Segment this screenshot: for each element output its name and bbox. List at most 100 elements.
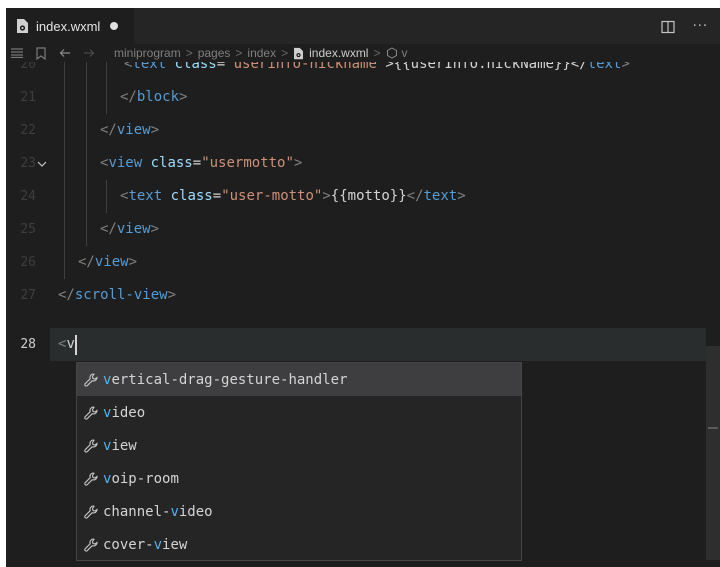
code-text: <text class= userinfo-nickname >{{userIn… xyxy=(124,62,630,72)
indent-guide xyxy=(64,246,65,279)
code-text: </view> xyxy=(78,254,138,270)
breadcrumb-miniprogram[interactable]: miniprogram xyxy=(114,46,181,60)
wrench-icon xyxy=(83,372,99,388)
code-text: </view> xyxy=(100,122,160,138)
suggestion-match: v xyxy=(103,437,112,454)
forward-arrow-icon[interactable] xyxy=(80,46,98,60)
line-number: 23 xyxy=(20,156,36,171)
suggestion-match: v xyxy=(153,536,163,553)
suggestion-item[interactable]: channel-v ideo xyxy=(77,495,521,528)
element-symbol-icon xyxy=(386,47,398,59)
code-line: 25 </view> xyxy=(6,213,720,246)
indent-guide xyxy=(64,147,65,180)
indent-guide xyxy=(64,114,65,147)
indent-guide xyxy=(106,81,107,114)
scrollbar-cursor-marker xyxy=(708,427,718,429)
suggestion-item-selected[interactable]: v ertical-drag-gesture-handler xyxy=(77,363,521,396)
vertical-scrollbar[interactable] xyxy=(706,62,720,567)
code-text: <view class="usermotto"> xyxy=(100,155,303,171)
breadcrumb-separator: > xyxy=(185,46,193,60)
unsaved-dot-icon[interactable] xyxy=(110,22,119,30)
indent-guide xyxy=(86,81,87,114)
tab-label: index.wxml xyxy=(36,18,101,34)
code-text: </view> xyxy=(100,221,160,237)
line-number: 21 xyxy=(20,90,36,105)
line-number: 27 xyxy=(20,288,36,303)
suggestion-post: oip-room xyxy=(111,470,179,487)
more-actions-icon[interactable]: ··· xyxy=(693,19,708,34)
wxml-file-icon xyxy=(16,18,29,34)
indent-guide xyxy=(106,180,107,213)
indent-guide xyxy=(86,114,87,147)
wrench-icon xyxy=(83,504,99,520)
tab-bar: index.wxml ··· xyxy=(6,8,720,44)
wrench-icon xyxy=(83,438,99,454)
line-number: 25 xyxy=(20,222,36,237)
tab-index-wxml[interactable]: index.wxml xyxy=(6,8,134,44)
suggestion-match: v xyxy=(103,371,112,388)
indent-guide xyxy=(86,180,87,213)
split-editor-icon[interactable] xyxy=(660,19,675,34)
breadcrumb-file[interactable]: index.wxml xyxy=(309,46,368,60)
line-number: 28 xyxy=(20,337,36,352)
wrench-icon xyxy=(83,471,99,487)
vscode-window: index.wxml ··· miniprogram > pages > ind… xyxy=(6,8,720,567)
breadcrumb-pages[interactable]: pages xyxy=(198,46,231,60)
scrollbar-thumb[interactable] xyxy=(706,346,720,560)
code-text: <text class="user-motto">{{motto}}</text… xyxy=(120,188,466,204)
autocomplete-suggestions: v ertical-drag-gesture-handler v ideo v iew… xyxy=(76,362,522,561)
suggestion-match: v xyxy=(170,503,179,520)
indent-guide xyxy=(86,62,87,81)
indent-guide xyxy=(86,213,87,246)
indent-guide xyxy=(64,62,65,81)
code-line: 20 <text class= userinfo-nickname >{{use… xyxy=(6,62,720,81)
editor-actions: ··· xyxy=(660,8,708,44)
fold-chevron-down-icon[interactable] xyxy=(37,147,47,180)
indent-guide xyxy=(106,62,107,81)
code-line: 21 </block> xyxy=(6,81,720,114)
suggestion-post: ideo xyxy=(178,503,213,520)
text-cursor xyxy=(75,335,77,355)
suggestion-post: iew xyxy=(111,437,137,454)
suggestion-pre: channel- xyxy=(103,503,171,520)
indent-guide xyxy=(64,180,65,213)
current-line-highlight xyxy=(50,328,720,361)
breadcrumb-index[interactable]: index xyxy=(247,46,276,60)
bookmark-icon[interactable] xyxy=(32,46,50,60)
suggestion-match: v xyxy=(103,470,112,487)
suggestion-post: ideo xyxy=(111,404,146,421)
line-number: 20 xyxy=(20,62,36,72)
code-text: </scroll-view> xyxy=(58,287,177,303)
suggestion-item[interactable]: v iew xyxy=(77,429,521,462)
breadcrumb-separator: > xyxy=(281,46,289,60)
code-line: 23 <view class="usermotto"> xyxy=(6,147,720,180)
breadcrumb-separator: > xyxy=(235,46,243,60)
indent-guide xyxy=(64,81,65,114)
code-line-active[interactable]: 28 <v xyxy=(6,328,720,361)
breadcrumb-symbol[interactable]: v xyxy=(402,46,408,60)
line-number: 26 xyxy=(20,255,36,270)
breadcrumb: miniprogram > pages > index > index.wxml… xyxy=(6,44,720,62)
line-number: 24 xyxy=(20,189,36,204)
line-number: 22 xyxy=(20,123,36,138)
suggestion-pre: cover- xyxy=(103,536,154,553)
wrench-icon xyxy=(83,537,99,553)
indent-guide xyxy=(86,147,87,180)
suggestion-match: v xyxy=(103,404,112,421)
list-icon[interactable] xyxy=(8,46,26,60)
code-line: 26 </view> xyxy=(6,246,720,279)
back-arrow-icon[interactable] xyxy=(56,46,74,60)
code-line: 27 </scroll-view> xyxy=(6,279,720,312)
suggestion-post: ertical-drag-gesture-handler xyxy=(111,371,348,388)
wrench-icon xyxy=(83,405,99,421)
code-text: </block> xyxy=(120,89,188,105)
suggestion-item[interactable]: cover-v iew xyxy=(77,528,521,561)
suggestion-item[interactable]: v ideo xyxy=(77,396,521,429)
suggestion-item[interactable]: v oip-room xyxy=(77,462,521,495)
wxml-file-icon xyxy=(293,47,304,60)
suggestion-post: iew xyxy=(162,536,188,553)
code-text: <v xyxy=(58,336,75,352)
code-line: 24 <text class="user-motto">{{motto}}</t… xyxy=(6,180,720,213)
indent-guide xyxy=(64,213,65,246)
code-line: 22 </view> xyxy=(6,114,720,147)
